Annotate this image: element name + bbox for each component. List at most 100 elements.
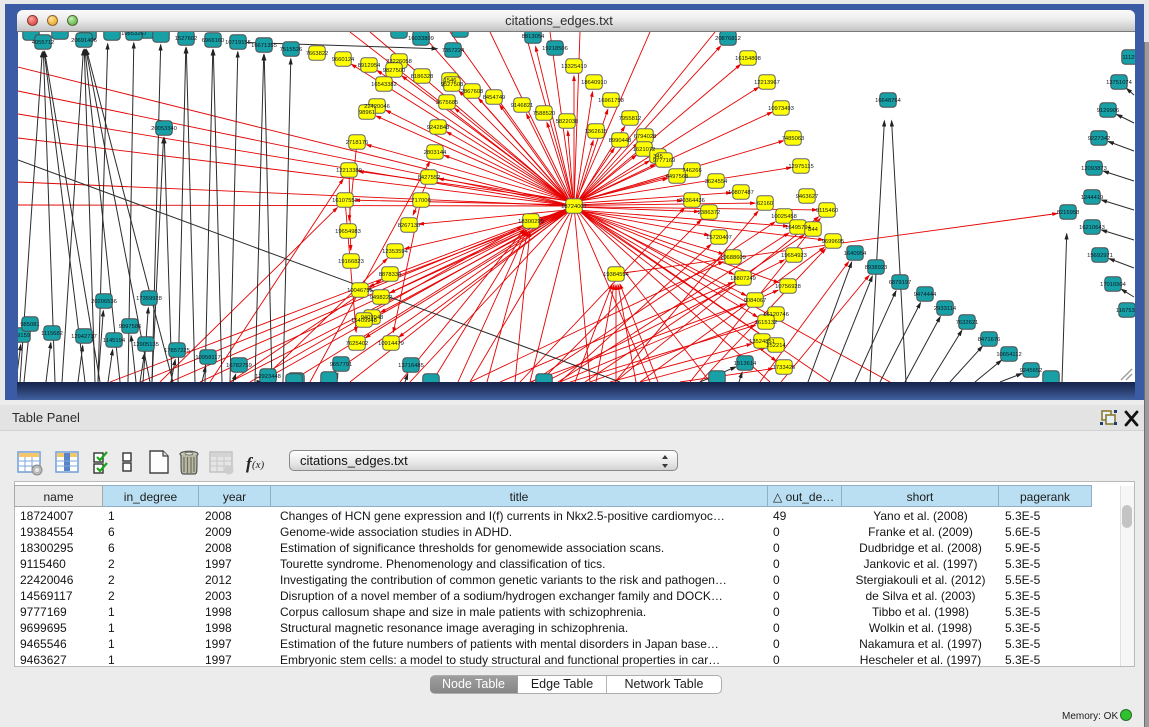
svg-text:10046755: 10046755 [347, 288, 373, 294]
svg-text:6966160: 6966160 [202, 38, 225, 44]
svg-text:717006: 717006 [411, 198, 430, 204]
svg-text:18300295: 18300295 [518, 219, 544, 225]
svg-text:7357224: 7357224 [442, 48, 465, 54]
svg-text:252214: 252214 [766, 343, 786, 349]
svg-text:39159: 39159 [18, 333, 30, 339]
svg-text:13751074: 13751074 [1106, 80, 1133, 86]
svg-text:19654923: 19654923 [781, 253, 807, 259]
svg-text:12905135: 12905135 [133, 342, 159, 348]
svg-text:10853267: 10853267 [121, 32, 147, 37]
svg-text:9242848: 9242848 [427, 125, 450, 131]
svg-text:18640910: 18640910 [581, 80, 607, 86]
svg-text:9129906: 9129906 [1097, 108, 1120, 114]
svg-text:8813054: 8813054 [522, 34, 545, 40]
svg-text:7485063: 7485063 [782, 136, 805, 142]
svg-text:7588520: 7588520 [533, 111, 556, 117]
svg-text:10719155: 10719155 [225, 40, 251, 46]
svg-text:13325419: 13325419 [561, 64, 587, 70]
svg-text:8215958: 8215958 [1057, 210, 1080, 216]
svg-text:10973493: 10973493 [768, 106, 794, 112]
svg-text:16782759: 16782759 [226, 363, 252, 369]
svg-text:1244419: 1244419 [1081, 195, 1104, 201]
svg-text:9777169: 9777169 [653, 158, 676, 164]
svg-text:9474444: 9474444 [914, 292, 937, 298]
svg-text:10958117: 10958117 [195, 355, 220, 361]
svg-text:20053340: 20053340 [151, 126, 177, 132]
svg-text:17857225: 17857225 [164, 348, 190, 354]
svg-text:7632621: 7632621 [956, 320, 979, 326]
svg-text:9527508: 9527508 [441, 82, 464, 88]
svg-text:15720407: 15720407 [706, 235, 732, 241]
svg-text:20691406: 20691406 [71, 38, 97, 44]
svg-text:8990448: 8990448 [609, 138, 632, 144]
svg-text:844: 844 [808, 227, 818, 233]
svg-text:7515526: 7515526 [280, 47, 303, 53]
svg-text:12213967: 12213967 [754, 80, 780, 86]
svg-text:12975115: 12975115 [788, 164, 813, 170]
svg-text:7625402: 7625402 [346, 341, 369, 347]
svg-text:10807487: 10807487 [728, 190, 754, 196]
svg-text:9245652: 9245652 [1020, 368, 1043, 374]
svg-text:6794028: 6794028 [634, 134, 657, 140]
svg-text:20876812: 20876812 [715, 36, 741, 42]
svg-text:1640954: 1640954 [844, 251, 867, 257]
svg-text:12213389: 12213389 [336, 168, 362, 174]
svg-text:11125: 11125 [1122, 55, 1135, 61]
svg-text:9463627: 9463627 [796, 194, 819, 200]
svg-text:15409948: 15409948 [351, 318, 377, 324]
svg-text:(x): (x) [252, 459, 265, 471]
svg-text:2718176: 2718176 [346, 140, 369, 146]
svg-text:10688609: 10688609 [720, 255, 746, 261]
svg-text:16107553: 16107553 [332, 198, 358, 204]
svg-text:9997586: 9997586 [119, 324, 142, 330]
svg-text:8454749: 8454749 [483, 95, 506, 101]
svg-text:2803144: 2803144 [424, 150, 447, 156]
svg-text:19654983: 19654983 [335, 229, 361, 235]
svg-text:8186328: 8186328 [411, 74, 434, 80]
svg-text:8427552: 8427552 [418, 175, 441, 181]
svg-text:9115460: 9115460 [816, 208, 838, 214]
svg-text:8938923: 8938923 [865, 265, 888, 271]
svg-text:1145194: 1145194 [103, 338, 126, 344]
svg-text:1615132: 1615132 [755, 320, 778, 326]
svg-text:3675685: 3675685 [436, 100, 459, 106]
svg-text:16671355: 16671355 [251, 43, 277, 49]
svg-text:17359928: 17359928 [136, 296, 162, 302]
svg-text:1513614: 1513614 [734, 361, 757, 367]
svg-text:6497568: 6497568 [666, 174, 689, 180]
svg-text:19166823: 19166823 [338, 259, 364, 265]
svg-text:9227342: 9227342 [1088, 136, 1111, 142]
svg-text:985081: 985081 [20, 322, 39, 328]
svg-text:3624554: 3624554 [705, 179, 728, 185]
svg-text:20364436: 20364436 [679, 198, 705, 204]
svg-text:9146821: 9146821 [511, 103, 534, 109]
svg-text:16961758: 16961758 [598, 98, 624, 104]
svg-text:15692971: 15692971 [1087, 253, 1113, 259]
svg-text:8267130: 8267130 [398, 223, 421, 229]
svg-text:16543382: 16543382 [371, 82, 397, 88]
svg-text:1167533: 1167533 [1116, 308, 1135, 314]
svg-text:23226058: 23226058 [386, 59, 412, 65]
svg-text:16154808: 16154808 [735, 56, 761, 62]
svg-text:17016504: 17016504 [1100, 282, 1127, 288]
svg-text:16210643: 16210643 [1079, 225, 1105, 231]
svg-text:12353594: 12353594 [382, 249, 409, 255]
svg-text:8878334: 8878334 [379, 272, 402, 278]
svg-text:12942737: 12942737 [71, 334, 97, 340]
svg-text:7663822: 7663822 [306, 51, 329, 57]
svg-text:2933114: 2933114 [934, 306, 957, 312]
svg-text:1733426: 1733426 [773, 365, 796, 371]
svg-text:9827500: 9827500 [383, 68, 406, 74]
svg-text:10025458: 10025458 [771, 214, 797, 220]
svg-text:16033809: 16033809 [408, 36, 434, 42]
svg-text:2386372: 2386372 [698, 210, 721, 216]
svg-text:9498222: 9498222 [370, 295, 393, 301]
svg-text:7955812: 7955812 [619, 116, 642, 122]
svg-text:18807249: 18807249 [730, 276, 756, 282]
svg-text:13716485: 13716485 [398, 363, 424, 369]
svg-text:9699695: 9699695 [822, 239, 845, 245]
svg-text:9084067: 9084067 [744, 298, 767, 304]
svg-text:10654112: 10654112 [996, 352, 1021, 358]
svg-text:5822038: 5822038 [556, 119, 579, 125]
svg-text:18724007: 18724007 [561, 204, 587, 210]
